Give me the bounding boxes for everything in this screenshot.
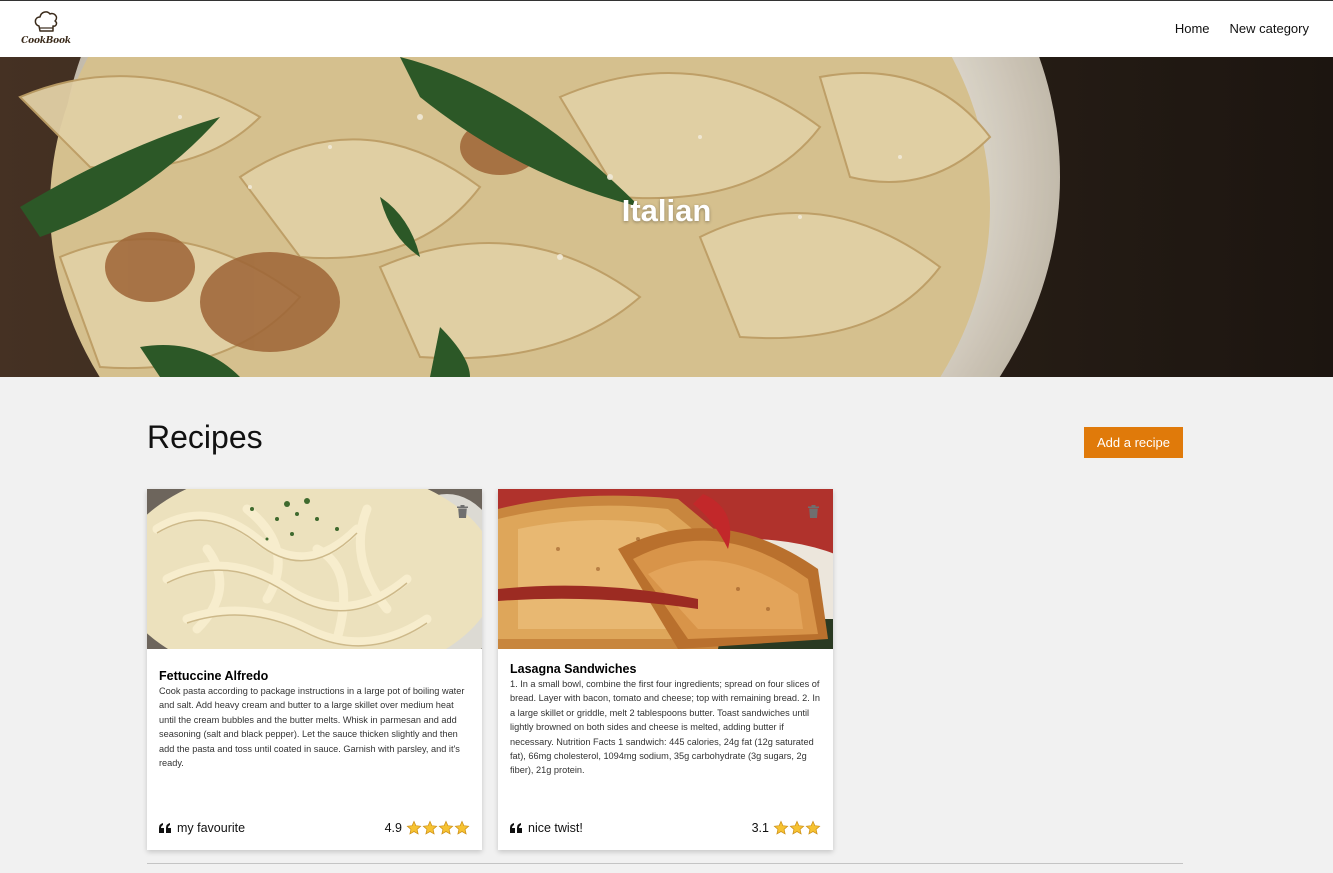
star-icon bbox=[789, 820, 805, 835]
trash-icon[interactable] bbox=[457, 505, 468, 518]
logo-text: CookBook bbox=[21, 36, 71, 46]
fettuccine-photo bbox=[147, 489, 482, 649]
recipe-card[interactable]: Lasagna Sandwiches 1. In a small bowl, c… bbox=[498, 489, 833, 850]
rating-stars bbox=[773, 820, 821, 836]
quote-icon bbox=[159, 823, 171, 833]
recipe-description: Cook pasta according to package instruct… bbox=[159, 686, 465, 769]
recipe-description: 1. In a small bowl, combine the first fo… bbox=[510, 679, 821, 776]
recipe-comment: my favourite bbox=[159, 821, 245, 835]
recipe-image bbox=[498, 489, 833, 649]
recipe-rating: 4.9 bbox=[385, 820, 470, 836]
star-icon bbox=[805, 820, 821, 835]
star-icon bbox=[773, 820, 789, 835]
sandwich-photo bbox=[498, 489, 833, 649]
category-title: Italian bbox=[621, 193, 712, 228]
hero-banner: Italian bbox=[0, 57, 1333, 377]
recipes-heading: Recipes bbox=[147, 419, 263, 455]
recipe-image bbox=[147, 489, 482, 649]
chef-hat-icon bbox=[34, 11, 58, 32]
recipe-comment: nice twist! bbox=[510, 821, 583, 835]
comment-text: my favourite bbox=[177, 821, 246, 835]
cookbook-logo[interactable]: CookBook bbox=[21, 9, 71, 49]
trash-icon[interactable] bbox=[808, 505, 819, 518]
star-icon bbox=[422, 820, 438, 835]
recipe-title: Lasagna Sandwiches bbox=[510, 662, 637, 676]
navbar: CookBook Home New category bbox=[0, 1, 1333, 57]
nav-home[interactable]: Home bbox=[1175, 21, 1210, 36]
add-recipe-button[interactable]: Add a recipe bbox=[1084, 427, 1183, 458]
star-icon bbox=[454, 820, 470, 835]
section-divider bbox=[147, 863, 1183, 864]
recipe-footer: my favourite 4.9 bbox=[159, 820, 470, 836]
rating-value: 3.1 bbox=[751, 821, 769, 835]
comment-text: nice twist! bbox=[528, 821, 583, 835]
quote-icon bbox=[510, 823, 522, 833]
star-icon bbox=[406, 820, 422, 835]
nav-new-category[interactable]: New category bbox=[1230, 21, 1309, 36]
rating-stars bbox=[406, 820, 470, 836]
recipe-title: Fettuccine Alfredo bbox=[159, 669, 269, 683]
nav-links: Home New category bbox=[1175, 21, 1309, 36]
recipe-rating: 3.1 bbox=[752, 820, 821, 836]
rating-value: 4.9 bbox=[384, 821, 402, 835]
recipe-card[interactable]: Fettuccine Alfredo Cook pasta according … bbox=[147, 489, 482, 850]
star-icon bbox=[438, 820, 454, 835]
recipe-footer: nice twist! 3.1 bbox=[510, 820, 821, 836]
